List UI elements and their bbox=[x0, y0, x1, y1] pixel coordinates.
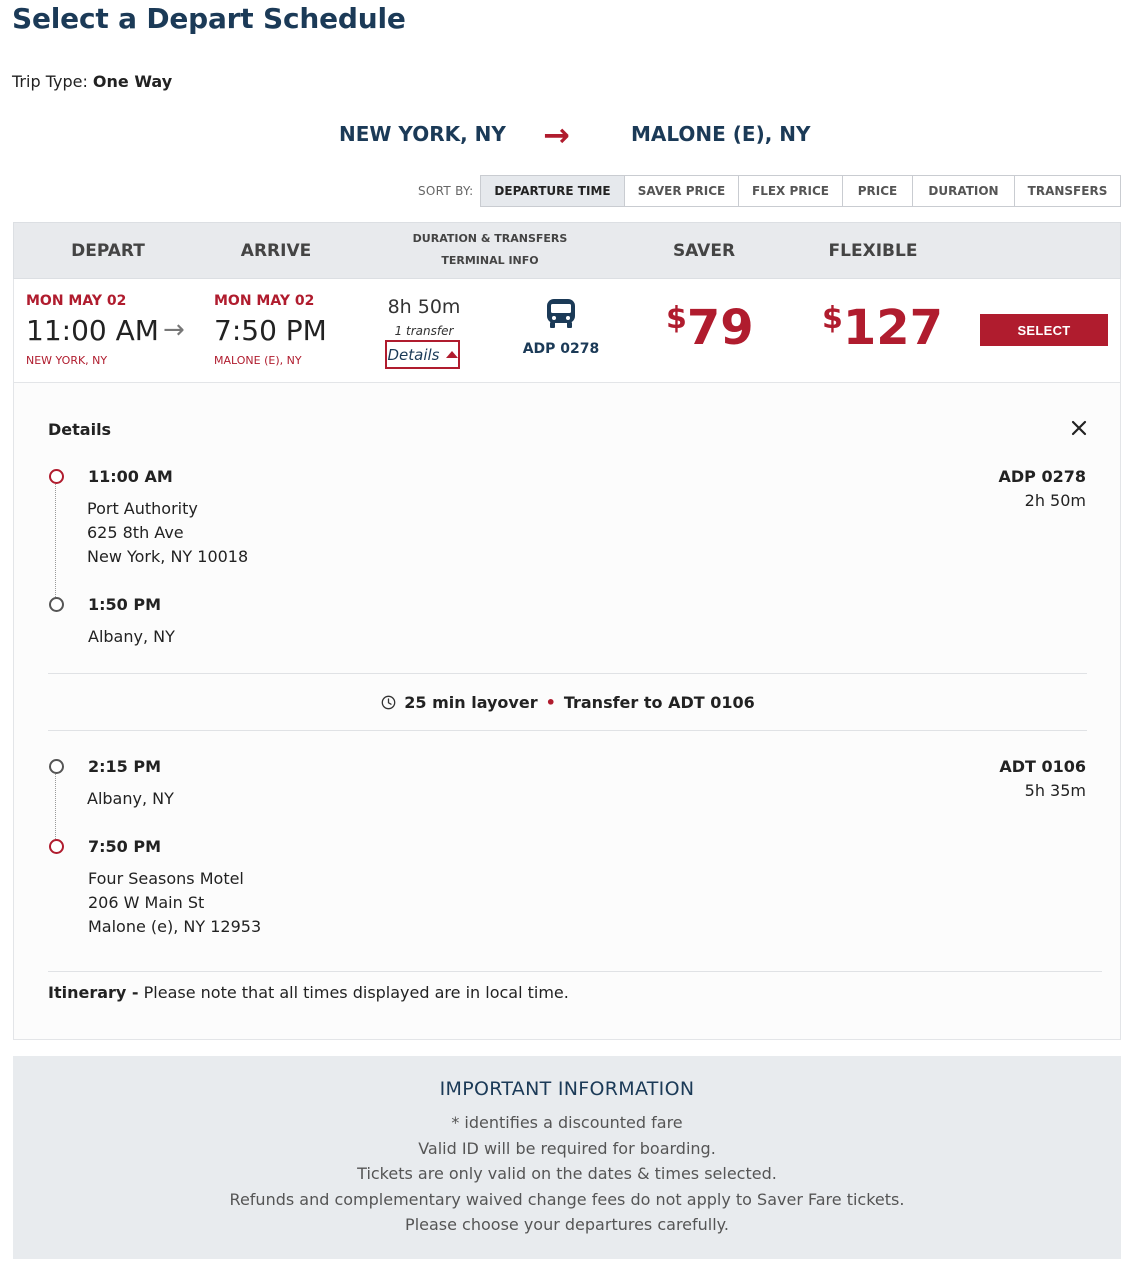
segment1-depart-address: 625 8th Ave bbox=[87, 523, 184, 542]
segment1-depart-citystate: New York, NY 10018 bbox=[87, 547, 249, 566]
saver-amount: 79 bbox=[686, 300, 754, 356]
sort-flex-price-button[interactable]: FLEX PRICE bbox=[738, 176, 842, 206]
bus-icon bbox=[547, 299, 575, 328]
layover-info: 25 min layover • Transfer to ADT 0106 bbox=[14, 693, 1122, 712]
sort-duration-button[interactable]: DURATION bbox=[912, 176, 1014, 206]
segment1-arrive-time: 1:50 PM bbox=[88, 595, 162, 614]
segment2-arrive-time: 7:50 PM bbox=[88, 837, 162, 856]
divider bbox=[48, 673, 1087, 674]
important-information: IMPORTANT INFORMATION * identifies a dis… bbox=[13, 1056, 1121, 1259]
info-line: * identifies a discounted fare bbox=[451, 1113, 683, 1132]
select-button[interactable]: SELECT bbox=[980, 314, 1108, 346]
header-flexible: FLEXIBLE bbox=[828, 241, 918, 261]
trip-type: Trip Type: One Way bbox=[12, 72, 172, 91]
itinerary-note: Itinerary - Please note that all times d… bbox=[48, 983, 569, 1002]
destination-city: MALONE (E), NY bbox=[631, 122, 811, 146]
sort-by-label: SORT BY: bbox=[418, 184, 474, 198]
close-icon[interactable] bbox=[1068, 417, 1090, 439]
header-saver: SAVER bbox=[672, 241, 736, 261]
saver-price[interactable]: $79 bbox=[666, 301, 754, 355]
depart-city: NEW YORK, NY bbox=[26, 354, 108, 367]
transfer-count: 1 transfer bbox=[394, 324, 454, 338]
segment1-arrive-city: Albany, NY bbox=[88, 627, 175, 646]
route-code: ADP 0278 bbox=[522, 341, 600, 357]
segment2-arrive-name: Four Seasons Motel bbox=[88, 869, 244, 888]
segment2-arrive-address: 206 W Main St bbox=[88, 893, 205, 912]
info-line: Valid ID will be required for boarding. bbox=[418, 1139, 716, 1158]
segment2-connector bbox=[55, 774, 56, 841]
arrow-right-icon: → bbox=[163, 315, 185, 345]
header-depart: DEPART bbox=[71, 241, 145, 261]
flex-currency: $ bbox=[822, 301, 843, 336]
details-toggle-button[interactable]: Details bbox=[385, 340, 460, 369]
transfer-depart-dot bbox=[49, 759, 64, 774]
segment2-duration: 5h 35m bbox=[1024, 781, 1086, 800]
segment2-arrive-citystate: Malone (e), NY 12953 bbox=[88, 917, 262, 936]
depart-time: 11:00 AM bbox=[26, 314, 159, 347]
schedule-row: MON MAY 02 11:00 AM NEW YORK, NY → MON M… bbox=[13, 279, 1121, 383]
flex-amount: 127 bbox=[842, 300, 944, 356]
segment2-code: ADT 0106 bbox=[999, 757, 1086, 776]
segment1-connector bbox=[55, 484, 56, 601]
trip-duration: 8h 50m bbox=[387, 296, 461, 318]
clock-icon bbox=[381, 695, 396, 710]
header-duration-label: DURATION & TRANSFERS bbox=[412, 232, 568, 245]
layover-bullet: • bbox=[545, 693, 556, 712]
sort-departure-time-button[interactable]: DEPARTURE TIME bbox=[481, 176, 624, 206]
arrive-city: MALONE (E), NY bbox=[214, 354, 302, 367]
details-toggle-label: Details bbox=[387, 345, 440, 364]
important-title: IMPORTANT INFORMATION bbox=[439, 1078, 695, 1100]
page-title: Select a Depart Schedule bbox=[12, 2, 406, 35]
sort-transfers-button[interactable]: TRANSFERS bbox=[1014, 176, 1120, 206]
segment1-duration: 2h 50m bbox=[1024, 491, 1086, 510]
sort-saver-price-button[interactable]: SAVER PRICE bbox=[624, 176, 738, 206]
depart-date: MON MAY 02 bbox=[26, 293, 127, 309]
origin-city: NEW YORK, NY bbox=[339, 122, 506, 146]
results-table-header: DEPART ARRIVE DURATION & TRANSFERS TERMI… bbox=[13, 222, 1121, 279]
destination-stop-dot bbox=[49, 839, 64, 854]
segment1-code: ADP 0278 bbox=[998, 467, 1087, 486]
route-summary: NEW YORK, NY → MALONE (E), NY bbox=[0, 116, 1127, 154]
transfer-stop-dot bbox=[49, 597, 64, 612]
sort-options: DEPARTURE TIME SAVER PRICE FLEX PRICE PR… bbox=[480, 175, 1121, 207]
trip-type-value: One Way bbox=[92, 72, 173, 91]
segment2-depart-time: 2:15 PM bbox=[88, 757, 162, 776]
itinerary-label: Itinerary - bbox=[48, 983, 139, 1002]
trip-type-label: Trip Type: bbox=[12, 72, 88, 91]
header-terminal-label: TERMINAL INFO bbox=[441, 254, 539, 267]
saver-currency: $ bbox=[666, 301, 687, 336]
caret-up-icon bbox=[445, 351, 458, 358]
info-line: Refunds and complementary waived change … bbox=[229, 1190, 905, 1209]
details-panel: Details 11:00 AM Port Authority 625 8th … bbox=[13, 383, 1121, 1040]
flexible-price[interactable]: $127 bbox=[822, 301, 943, 355]
header-duration-transfers: DURATION & TRANSFERS TERMINAL INFO bbox=[400, 228, 580, 272]
header-arrive: ARRIVE bbox=[240, 241, 312, 261]
segment1-depart-time: 11:00 AM bbox=[88, 467, 173, 486]
layover-transfer: Transfer to ADT 0106 bbox=[563, 693, 755, 712]
divider bbox=[48, 730, 1087, 731]
info-line: Please choose your departures carefully. bbox=[405, 1215, 729, 1234]
arrive-date: MON MAY 02 bbox=[214, 293, 315, 309]
info-line: Tickets are only valid on the dates & ti… bbox=[357, 1164, 777, 1183]
arrive-time: 7:50 PM bbox=[214, 314, 327, 347]
origin-stop-dot bbox=[49, 469, 64, 484]
itinerary-text: Please note that all times displayed are… bbox=[143, 983, 569, 1002]
sort-price-button[interactable]: PRICE bbox=[842, 176, 912, 206]
layover-duration: 25 min layover bbox=[404, 693, 538, 712]
details-heading: Details bbox=[48, 420, 112, 439]
divider bbox=[48, 971, 1102, 972]
segment2-depart-city: Albany, NY bbox=[87, 789, 174, 808]
route-arrow-icon: → bbox=[543, 116, 570, 154]
segment1-depart-name: Port Authority bbox=[87, 499, 198, 518]
